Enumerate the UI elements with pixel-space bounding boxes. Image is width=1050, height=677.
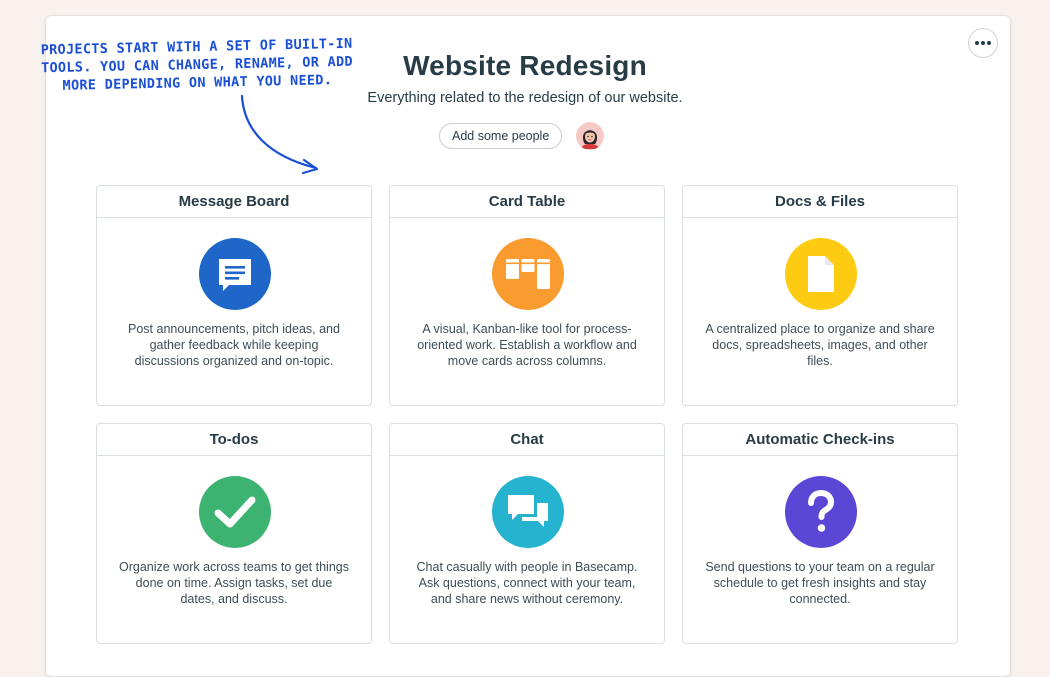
message-board-icon [199,238,271,310]
tool-card-title: Message Board [97,186,371,218]
more-dots-icon [975,41,991,45]
tool-card-title: To-dos [97,424,371,456]
tool-card-title: Card Table [390,186,664,218]
tool-card-to-dos[interactable]: To-dos Organize work across teams to get… [96,423,372,644]
chat-bubbles-icon [492,476,564,548]
page-subtitle: Everything related to the redesign of ou… [367,90,683,106]
tool-card-description: Organize work across teams to get things… [119,560,349,606]
checkmark-icon [199,476,271,548]
tool-card-description: A visual, Kanban-like tool for process-o… [417,322,637,368]
tool-card-automatic-check-ins[interactable]: Automatic Check-ins Send questions to yo… [682,423,958,644]
page-title: Website Redesign [403,50,647,81]
tool-card-docs-files[interactable]: Docs & Files A centralized place to orga… [682,185,958,406]
card-table-icon [492,238,564,310]
tool-card-chat[interactable]: Chat Chat casually with people in Baseca… [389,423,665,644]
add-people-button[interactable]: Add some people [439,123,563,149]
people-row: Add some people [439,122,605,150]
tool-card-title: Docs & Files [683,186,957,218]
tool-card-description: Chat casually with people in Basecamp. A… [416,560,638,606]
question-mark-icon [785,476,857,548]
tool-card-card-table[interactable]: Card Table A visual, Kanban-like tool fo… [389,185,665,406]
tool-card-description: Send questions to your team on a regular… [705,560,935,606]
tool-card-description: A centralized place to organize and shar… [705,322,935,368]
avatar[interactable] [576,122,605,150]
tool-card-message-board[interactable]: Message Board Post announcements, pitch … [96,185,372,406]
tool-card-title: Chat [390,424,664,456]
document-icon [785,238,857,310]
tool-card-description: Post announcements, pitch ideas, and gat… [128,322,340,368]
tool-card-title: Automatic Check-ins [683,424,957,456]
